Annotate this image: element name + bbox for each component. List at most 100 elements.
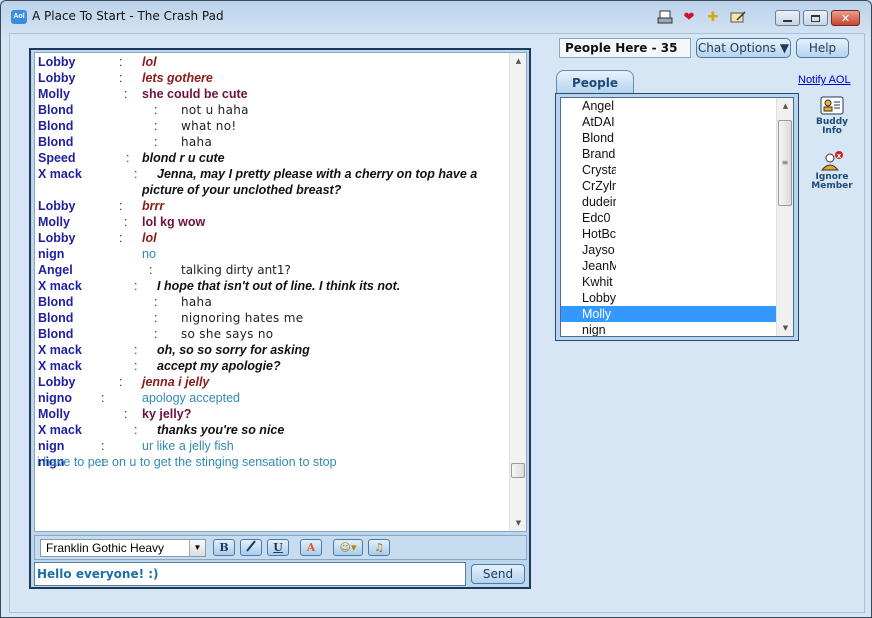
tab-people-here[interactable]: People Here — [556, 70, 634, 114]
message-separator: : — [134, 167, 138, 181]
message-text: so she says no — [181, 327, 274, 341]
people-list-item[interactable]: AtDAI — [561, 114, 777, 130]
message-sender[interactable]: Speed — [38, 150, 76, 166]
print-icon[interactable] — [655, 9, 675, 25]
message-sender[interactable]: nign — [38, 246, 64, 262]
message-separator: : — [149, 263, 153, 277]
scroll-down-arrow-icon[interactable]: ▼ — [777, 320, 793, 336]
people-panel: Angel AtDAI Blond Brand Crysta CrZylr dudeir Ed… — [555, 93, 799, 341]
chat-message: Blond: nignoring hates me — [37, 310, 507, 326]
person-name: Angel — [582, 99, 614, 113]
message-sender[interactable]: Blond — [38, 326, 73, 342]
italic-button[interactable] — [240, 539, 262, 556]
people-list-item[interactable]: JeanM — [561, 258, 777, 274]
message-sender[interactable]: X mack — [38, 358, 82, 374]
underline-button[interactable]: U — [267, 539, 289, 556]
message-sender[interactable]: nigno — [38, 390, 72, 406]
help-button[interactable]: Help — [796, 38, 849, 58]
message-sender[interactable]: X mack — [38, 278, 82, 294]
person-name: Blond — [582, 131, 614, 145]
message-text: not u haha — [181, 103, 249, 117]
people-list-item[interactable]: nign — [561, 322, 777, 336]
message-sender[interactable]: X mack — [38, 166, 82, 182]
maximize-button[interactable] — [803, 10, 828, 26]
ignore-member-button[interactable]: x Ignore Member — [809, 151, 855, 191]
title-bar[interactable]: Aol A Place To Start - The Crash Pad ❤ ✚… — [1, 1, 871, 35]
people-list-item[interactable]: HotBc — [561, 226, 777, 242]
add-note-icon[interactable] — [727, 9, 747, 25]
message-sender[interactable]: Lobby — [38, 70, 76, 86]
chat-options-button[interactable]: Chat Options ▼ — [696, 38, 791, 58]
message-sender[interactable]: Lobby — [38, 198, 76, 214]
chat-message: nign: i have to pee on u to get the sting… — [37, 454, 507, 486]
people-list-item[interactable]: Molly — [561, 306, 777, 322]
message-separator: : — [119, 199, 123, 213]
message-sender[interactable]: X mack — [38, 422, 82, 438]
message-sender[interactable]: Blond — [38, 118, 73, 134]
message-sender[interactable]: Lobby — [38, 374, 76, 390]
text-color-button[interactable]: A — [300, 539, 322, 556]
person-name: Lobby — [582, 291, 616, 305]
people-list-item[interactable]: Lobby — [561, 290, 777, 306]
message-sender[interactable]: X mack — [38, 342, 82, 358]
message-separator: : — [154, 119, 158, 133]
message-sender[interactable]: Blond — [38, 310, 73, 326]
message-text: talking dirty ant1? — [181, 263, 291, 277]
people-list-item[interactable]: Blond — [561, 130, 777, 146]
minimize-button[interactable] — [775, 10, 800, 26]
message-text: haha — [181, 295, 213, 309]
chat-log: Lobby: lol Lobby: lets gothere Molly: she cou… — [34, 52, 527, 532]
message-separator: : — [124, 215, 128, 229]
message-sender[interactable]: Lobby — [38, 54, 76, 70]
message-sender[interactable]: Lobby — [38, 230, 76, 246]
message-sender[interactable]: Blond — [38, 102, 73, 118]
people-list-item[interactable]: Edc0 — [561, 210, 777, 226]
chat-message: Blond: what no! — [37, 118, 507, 134]
buddy-info-button[interactable]: Buddy Info — [809, 96, 855, 136]
people-list-item[interactable]: dudeir — [561, 194, 777, 210]
message-separator: : — [154, 295, 158, 309]
chat-message: Molly: lol kg wow — [37, 214, 507, 230]
chat-message: Lobby: brrr — [37, 198, 507, 214]
message-sender[interactable]: Blond — [38, 134, 73, 150]
message-separator: : — [154, 135, 158, 149]
scroll-thumb[interactable] — [511, 463, 525, 478]
compose-row: Hello everyone! :) Send — [34, 562, 527, 586]
message-input[interactable]: Hello everyone! :) — [34, 562, 466, 586]
message-sender[interactable]: Blond — [38, 294, 73, 310]
message-text: jenna i jelly — [142, 375, 210, 389]
message-sender[interactable]: nign — [38, 438, 64, 454]
scroll-down-arrow-icon[interactable]: ▼ — [510, 515, 526, 531]
person-name: dudeir — [582, 195, 616, 209]
chat-message: nigno: apology accepted — [37, 390, 507, 406]
bold-button[interactable]: B — [213, 539, 235, 556]
chat-scrollbar[interactable]: ▲ ▼ — [509, 53, 526, 531]
message-sender[interactable]: Angel — [38, 262, 73, 278]
font-select[interactable]: Franklin Gothic Heavy ▼ — [40, 539, 206, 557]
message-list: Lobby: lol Lobby: lets gothere Molly: she cou… — [37, 54, 507, 486]
people-list-item[interactable]: CrZylr — [561, 178, 777, 194]
people-list-item[interactable]: Jayso — [561, 242, 777, 258]
scroll-up-arrow-icon[interactable]: ▲ — [510, 53, 526, 69]
people-list-item[interactable]: Kwhit — [561, 274, 777, 290]
smiley-button[interactable]: ☺▾ — [333, 539, 363, 556]
people-scrollbar[interactable]: ▲ ≡ ▼ — [776, 98, 793, 336]
message-text: lol — [142, 55, 157, 69]
sound-button[interactable]: ♫ — [368, 539, 390, 556]
send-button[interactable]: Send — [471, 564, 525, 584]
people-list-item[interactable]: Angel — [561, 98, 777, 114]
message-sender[interactable]: Molly — [38, 214, 70, 230]
chat-message: Speed: blond r u cute — [37, 150, 507, 166]
heart-icon[interactable]: ❤ — [679, 9, 699, 25]
close-button[interactable]: ✕ — [831, 10, 860, 26]
people-list-item[interactable]: Crysta — [561, 162, 777, 178]
message-sender[interactable]: Molly — [38, 406, 70, 422]
notify-aol-link[interactable]: Notify AOL — [798, 74, 851, 86]
scroll-thumb[interactable]: ≡ — [778, 120, 792, 206]
message-sender[interactable]: Molly — [38, 86, 70, 102]
scroll-up-arrow-icon[interactable]: ▲ — [777, 98, 793, 114]
people-list-item[interactable]: Brand — [561, 146, 777, 162]
chevron-down-icon[interactable]: ▼ — [189, 540, 205, 556]
chat-message: Blond: so she says no — [37, 326, 507, 342]
add-buddy-icon[interactable]: ✚ — [703, 9, 723, 25]
